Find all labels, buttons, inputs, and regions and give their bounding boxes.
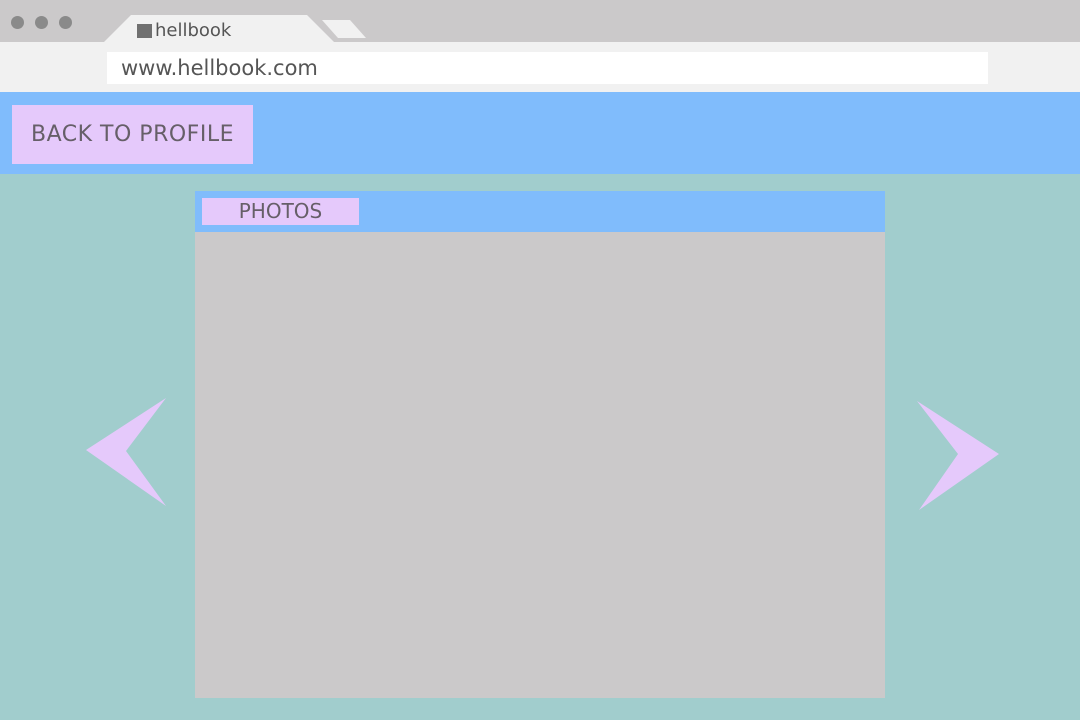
arrow-left-icon[interactable]: [84, 396, 168, 508]
browser-toolbar: [0, 42, 1080, 92]
page-header: BACK TO PROFILE: [0, 92, 1080, 174]
arrow-right-icon[interactable]: [915, 399, 1001, 512]
photos-panel: PHOTOS: [195, 191, 885, 698]
tab-title[interactable]: hellbook: [155, 20, 231, 42]
photo-viewer[interactable]: [195, 232, 885, 698]
new-tab-button[interactable]: [322, 20, 366, 38]
tab-strip: hellbook: [0, 0, 1080, 42]
address-bar[interactable]: [107, 52, 988, 84]
back-to-profile-button[interactable]: BACK TO PROFILE: [12, 105, 253, 164]
browser-window: hellbook BACK TO PROFILE PHOTOS: [0, 0, 1080, 720]
tab-photos[interactable]: PHOTOS: [202, 198, 359, 225]
favicon-icon: [137, 24, 152, 38]
photos-panel-header: PHOTOS: [195, 191, 885, 232]
